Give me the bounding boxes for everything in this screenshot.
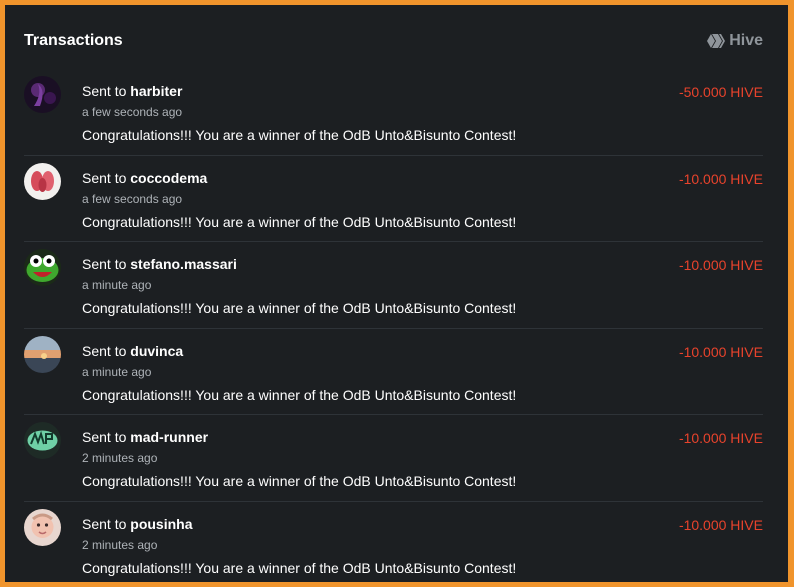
amount: -10.000 HIVE: [678, 343, 763, 360]
avatar-mad-runner[interactable]: [24, 422, 61, 459]
transaction-title: Sent to coccodema: [82, 170, 207, 186]
chain-indicator[interactable]: Hive: [707, 32, 763, 50]
panel-title: Transactions: [24, 32, 123, 49]
sent-to-label: Sent to: [82, 169, 127, 186]
transaction-row: Sent to mad-runner 2 minutes ago Congrat…: [24, 415, 763, 502]
transaction-row: Sent to coccodema a few seconds ago Cong…: [24, 156, 763, 242]
transaction-title: Sent to stefano.massari: [82, 256, 237, 272]
sent-to-label: Sent to: [82, 83, 127, 99]
avatar-duvinca[interactable]: [24, 335, 61, 373]
amount: -10.000 HIVE: [678, 170, 763, 187]
amount: -10.000 HIVE: [678, 257, 763, 273]
timestamp: a few seconds ago: [82, 191, 183, 206]
transaction-title: Sent to harbiter: [82, 83, 182, 99]
amount: -10.000 HIVE: [678, 516, 763, 533]
sent-to-label: Sent to: [82, 429, 127, 445]
transaction-row: Sent to pousinha 2 minutes ago Congratul…: [24, 502, 763, 583]
transaction-row: Sent to stefano.massari a minute ago Con…: [24, 242, 763, 329]
memo-text: Congratulations!!! You are a winner of t…: [82, 473, 517, 489]
recipient-link[interactable]: duvinca: [130, 343, 183, 359]
transaction-title: Sent to pousinha: [82, 516, 193, 532]
recipient-link[interactable]: harbiter: [130, 83, 182, 99]
memo-text: Congratulations!!! You are a winner of t…: [82, 386, 517, 403]
timestamp: a few seconds ago: [82, 105, 183, 119]
transaction-list: Sent to harbiter a few seconds ago Congr…: [24, 69, 763, 582]
timestamp: a minute ago: [82, 364, 152, 379]
timestamp: 2 minutes ago: [82, 451, 158, 465]
recipient-link[interactable]: coccodema: [130, 170, 207, 186]
memo-text: Congratulations!!! You are a winner of t…: [82, 300, 517, 316]
timestamp: a minute ago: [82, 278, 152, 292]
avatar-harbiter[interactable]: [24, 76, 61, 113]
hive-logo-icon: [707, 33, 726, 49]
sent-to-label: Sent to: [82, 342, 127, 359]
avatar-stefano-massari[interactable]: [24, 249, 61, 286]
memo-text: Congratulations!!! You are a winner of t…: [82, 559, 517, 576]
memo-text: Congratulations!!! You are a winner of t…: [82, 213, 517, 230]
timestamp: 2 minutes ago: [82, 537, 158, 552]
recipient-link[interactable]: pousinha: [130, 516, 192, 532]
transactions-panel: Transactions Hive Sent to harbiter a few…: [5, 5, 788, 582]
memo-text: Congratulations!!! You are a winner of t…: [82, 127, 517, 143]
sent-to-label: Sent to: [82, 515, 127, 532]
avatar-coccodema[interactable]: [24, 162, 61, 200]
panel-header: Transactions Hive: [24, 29, 763, 53]
transaction-row: Sent to harbiter a few seconds ago Congr…: [24, 69, 763, 156]
transaction-title: Sent to duvinca: [82, 343, 183, 359]
chain-label: Hive: [729, 32, 763, 49]
transaction-title: Sent to mad-runner: [82, 429, 208, 445]
transaction-row: Sent to duvinca a minute ago Congratulat…: [24, 329, 763, 415]
avatar-pousinha[interactable]: [24, 508, 61, 546]
amount: -10.000 HIVE: [678, 430, 763, 446]
recipient-link[interactable]: stefano.massari: [130, 256, 237, 272]
amount: -50.000 HIVE: [678, 84, 763, 100]
recipient-link[interactable]: mad-runner: [130, 429, 208, 445]
sent-to-label: Sent to: [82, 256, 127, 272]
